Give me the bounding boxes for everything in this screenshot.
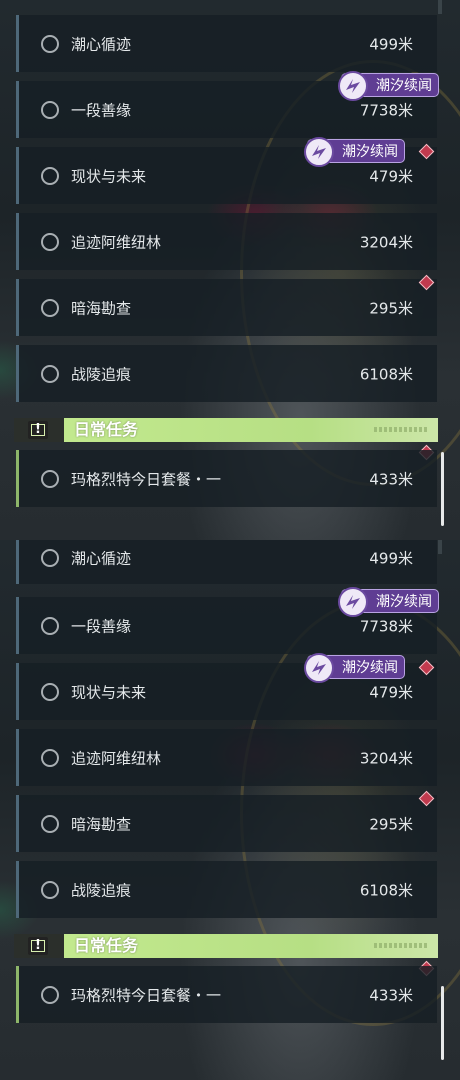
quest-distance: 3204米 xyxy=(359,233,413,251)
track-circle-icon[interactable] xyxy=(41,364,59,383)
quest-name: 潮心循迹 xyxy=(71,549,132,568)
tag-label: 潮汐续闻 xyxy=(342,660,398,676)
daily-quest-row[interactable]: 玛格烈特今日套餐・一 433米 xyxy=(16,966,437,1023)
daily-quests-header: ! 日常任务 xyxy=(14,418,438,442)
quest-panel-2: 潮心循迹 499米 一段善缘 7738米 现状与未来 479米 追迹阿维纽林 3… xyxy=(0,540,460,1080)
quest-row[interactable]: 潮心循迹 499米 xyxy=(16,15,437,72)
quest-row[interactable]: 战陵追痕 6108米 xyxy=(16,345,437,402)
quest-distance: 433米 xyxy=(369,470,413,488)
quest-name: 暗海勘查 xyxy=(71,815,132,833)
quest-distance: 479米 xyxy=(369,683,413,701)
scroll-track-top xyxy=(438,540,442,554)
track-circle-icon[interactable] xyxy=(41,985,59,1004)
daily-quest-row[interactable]: 玛格烈特今日套餐・一 433米 xyxy=(16,450,437,507)
quest-name: 潮心循迹 xyxy=(71,35,132,53)
tide-emblem-icon xyxy=(338,587,368,617)
alert-icon: ! xyxy=(28,937,48,955)
track-circle-icon[interactable] xyxy=(41,100,59,119)
quest-distance: 7738米 xyxy=(359,101,413,119)
quest-distance: 499米 xyxy=(369,549,413,568)
alert-icon: ! xyxy=(28,421,48,439)
quest-panel-1: 潮心循迹 499米 一段善缘 7738米 现状与未来 479米 追迹阿维纽林 3… xyxy=(0,0,460,540)
quest-row[interactable]: 战陵追痕 6108米 xyxy=(16,861,437,918)
tide-emblem-icon xyxy=(338,71,368,101)
tide-emblem-icon xyxy=(304,137,334,167)
quest-distance: 3204米 xyxy=(359,749,413,767)
track-circle-icon[interactable] xyxy=(41,616,59,635)
quest-name: 暗海勘查 xyxy=(71,299,132,317)
quest-distance: 6108米 xyxy=(359,881,413,899)
quest-row[interactable]: 暗海勘查 295米 xyxy=(16,279,437,336)
scrollbar-thumb[interactable] xyxy=(441,452,444,526)
quest-distance: 7738米 xyxy=(359,617,413,635)
track-circle-icon[interactable] xyxy=(41,880,59,899)
quest-tag: 潮汐续闻 xyxy=(338,587,439,617)
tag-label: 潮汐续闻 xyxy=(376,78,432,94)
tag-label: 潮汐续闻 xyxy=(342,144,398,160)
quest-name: 一段善缘 xyxy=(71,101,132,119)
track-circle-icon[interactable] xyxy=(41,166,59,185)
track-circle-icon[interactable] xyxy=(41,469,59,488)
track-circle-icon[interactable] xyxy=(41,748,59,767)
track-circle-icon[interactable] xyxy=(41,298,59,317)
quest-distance: 499米 xyxy=(369,35,413,53)
tide-emblem-icon xyxy=(304,653,334,683)
quest-name: 追迹阿维纽林 xyxy=(71,233,162,251)
quest-name: 玛格烈特今日套餐・一 xyxy=(71,986,222,1004)
header-decoration xyxy=(374,427,428,432)
daily-quests-header: ! 日常任务 xyxy=(14,934,438,958)
quest-tag: 潮汐续闻 xyxy=(304,653,405,683)
quest-row[interactable]: 暗海勘查 295米 xyxy=(16,795,437,852)
quest-distance: 6108米 xyxy=(359,365,413,383)
quest-name: 战陵追痕 xyxy=(71,881,132,899)
quest-tag: 潮汐续闻 xyxy=(338,71,439,101)
quest-name: 玛格烈特今日套餐・一 xyxy=(71,470,222,488)
quest-name: 现状与未来 xyxy=(71,683,147,701)
header-decoration xyxy=(374,943,428,948)
scroll-track-top xyxy=(438,0,442,14)
scrollbar-thumb[interactable] xyxy=(441,986,444,1060)
track-circle-icon[interactable] xyxy=(41,34,59,53)
quest-distance: 295米 xyxy=(369,815,413,833)
quest-row[interactable]: 潮心循迹 499米 xyxy=(16,540,437,584)
track-circle-icon[interactable] xyxy=(41,549,59,567)
daily-quests-title: 日常任务 xyxy=(74,420,139,439)
quest-name: 追迹阿维纽林 xyxy=(71,749,162,767)
track-circle-icon[interactable] xyxy=(41,682,59,701)
quest-name: 战陵追痕 xyxy=(71,365,132,383)
quest-tag: 潮汐续闻 xyxy=(304,137,405,167)
tag-label: 潮汐续闻 xyxy=(376,594,432,610)
quest-name: 一段善缘 xyxy=(71,617,132,635)
quest-row[interactable]: 追迹阿维纽林 3204米 xyxy=(16,729,437,786)
track-circle-icon[interactable] xyxy=(41,814,59,833)
quest-distance: 479米 xyxy=(369,167,413,185)
track-circle-icon[interactable] xyxy=(41,232,59,251)
quest-name: 现状与未来 xyxy=(71,167,147,185)
quest-distance: 433米 xyxy=(369,986,413,1004)
quest-row[interactable]: 追迹阿维纽林 3204米 xyxy=(16,213,437,270)
quest-distance: 295米 xyxy=(369,299,413,317)
daily-quests-title: 日常任务 xyxy=(74,936,139,955)
